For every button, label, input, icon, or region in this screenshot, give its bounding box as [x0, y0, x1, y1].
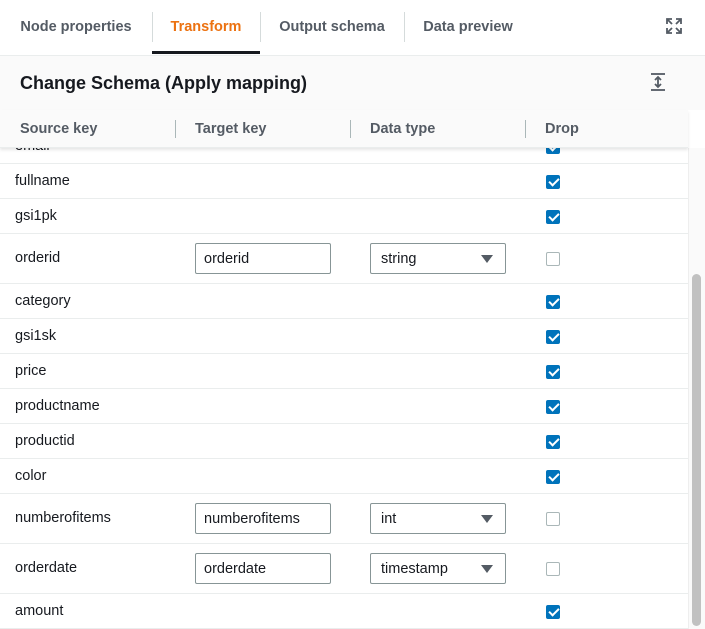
table-row: orderdate timestamp	[0, 544, 688, 594]
data-type-select[interactable]: int	[370, 503, 506, 534]
target-key-input[interactable]	[195, 553, 331, 584]
tab-transform[interactable]: Transform	[152, 0, 260, 54]
panel-header: Change Schema (Apply mapping)	[0, 56, 705, 110]
data-type-select[interactable]: timestamp	[370, 553, 506, 584]
table-row: orderid string	[0, 234, 688, 284]
drop-checkbox[interactable]	[546, 364, 560, 379]
mapping-table-body: email fullname gsi1pk orderid string category…	[0, 148, 688, 629]
table-row: color	[0, 459, 688, 494]
source-key-cell: orderdate	[15, 560, 78, 576]
table-row: amount	[0, 594, 688, 629]
tab-output-schema[interactable]: Output schema	[260, 0, 404, 54]
table-row: productname	[0, 389, 688, 424]
active-tab-indicator	[152, 51, 260, 54]
tab-data-preview[interactable]: Data preview	[404, 0, 532, 54]
source-key-cell: numberofitems	[15, 510, 111, 526]
target-key-input[interactable]	[195, 243, 331, 274]
source-key-cell: color	[15, 467, 47, 484]
collapse-icon[interactable]	[648, 72, 668, 92]
table-header: Source key Target key Data type Drop	[0, 110, 688, 148]
panel-title: Change Schema (Apply mapping)	[20, 73, 308, 93]
drop-checkbox[interactable]	[546, 329, 560, 344]
table-row: gsi1pk	[0, 199, 688, 234]
drop-checkbox[interactable]	[546, 399, 560, 414]
source-key-cell: productname	[15, 397, 100, 414]
source-key-cell: gsi1pk	[15, 207, 57, 224]
source-key-cell: orderid	[15, 250, 61, 266]
table-row: email	[0, 148, 688, 164]
drop-checkbox[interactable]	[546, 148, 560, 154]
source-key-cell: fullname	[15, 172, 70, 189]
table-row: category	[0, 284, 688, 319]
drop-checkbox[interactable]	[546, 294, 560, 309]
column-divider[interactable]	[525, 120, 526, 138]
drop-checkbox[interactable]	[546, 562, 560, 576]
drop-checkbox[interactable]	[546, 209, 560, 224]
data-type-value: int	[381, 510, 397, 527]
source-key-cell: price	[15, 362, 47, 379]
drop-checkbox[interactable]	[546, 469, 560, 484]
table-row: productid	[0, 424, 688, 459]
data-type-select[interactable]: string	[370, 243, 506, 274]
source-key-cell: email	[15, 148, 50, 154]
source-key-cell: amount	[15, 602, 64, 619]
table-row: gsi1sk	[0, 319, 688, 354]
drop-checkbox[interactable]	[546, 434, 560, 449]
drop-checkbox[interactable]	[546, 174, 560, 189]
drop-checkbox[interactable]	[546, 512, 560, 526]
expand-icon[interactable]	[664, 16, 684, 36]
column-divider[interactable]	[175, 120, 176, 138]
drop-checkbox[interactable]	[546, 252, 560, 266]
source-key-cell: category	[15, 292, 71, 309]
scrollbar[interactable]	[688, 148, 705, 629]
table-row: price	[0, 354, 688, 389]
column-divider[interactable]	[350, 120, 351, 138]
tab-node-properties[interactable]: Node properties	[0, 0, 152, 54]
drop-checkbox[interactable]	[546, 604, 560, 619]
source-key-cell: gsi1sk	[15, 327, 57, 344]
caret-down-icon	[481, 255, 493, 263]
column-target-key: Target key	[195, 121, 267, 137]
target-key-input[interactable]	[195, 503, 331, 534]
scrollbar-thumb[interactable]	[692, 274, 701, 626]
column-source-key: Source key	[20, 121, 98, 137]
column-data-type: Data type	[370, 121, 436, 137]
column-drop: Drop	[545, 121, 579, 137]
caret-down-icon	[481, 565, 493, 573]
caret-down-icon	[481, 515, 493, 523]
data-type-value: timestamp	[381, 560, 448, 577]
data-type-value: string	[381, 250, 417, 267]
tab-bar: Node properties Transform Output schema …	[0, 0, 705, 56]
table-row: numberofitems int	[0, 494, 688, 544]
source-key-cell: productid	[15, 432, 75, 449]
table-row: fullname	[0, 164, 688, 199]
